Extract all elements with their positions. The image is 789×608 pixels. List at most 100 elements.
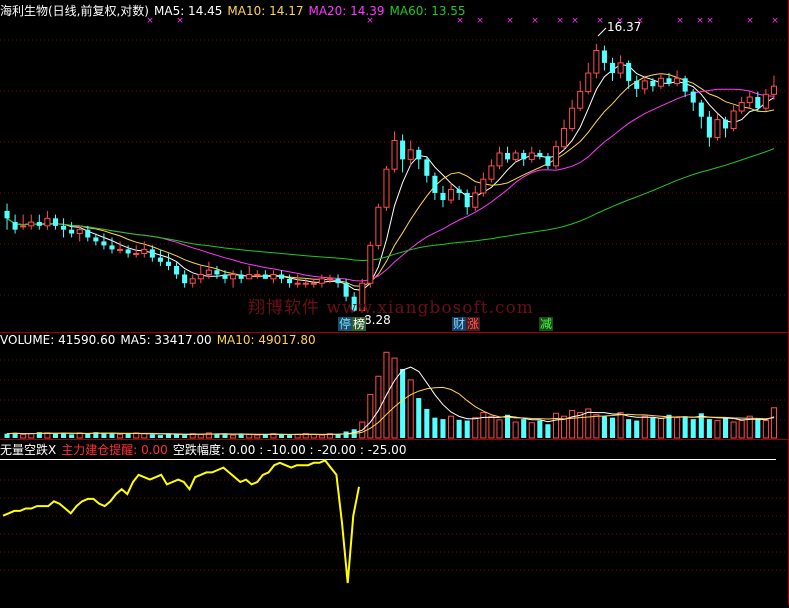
candle-body	[626, 62, 632, 81]
volume-bar	[182, 435, 188, 438]
event-tag-finance[interactable]: 财	[452, 317, 467, 331]
volume-bar	[246, 433, 253, 439]
candle-body	[593, 49, 600, 74]
signal-cross-marker: ×	[531, 16, 539, 26]
candle-body	[440, 192, 446, 201]
volume-bar	[722, 417, 729, 438]
ma5-label: MA5: 14.45	[154, 4, 223, 18]
watermark: 翔博软件 www.xiangbosoft.com	[248, 298, 534, 318]
volume-bar	[367, 393, 374, 439]
volume-bar	[634, 420, 640, 438]
candle-body	[222, 274, 228, 279]
signal-markers: × × × × × × × × × × × × × × × × ×	[146, 16, 779, 37]
signal-cross-marker: ×	[571, 16, 579, 26]
event-tag-reduce[interactable]: 减	[539, 317, 554, 331]
candle-body	[521, 153, 527, 160]
candle-body	[383, 168, 390, 208]
candle-body	[117, 248, 124, 251]
candle-body	[762, 93, 769, 109]
ma20-line	[6, 88, 775, 282]
event-tag-rise[interactable]: 涨	[466, 317, 481, 331]
candle-body	[165, 261, 172, 266]
volume-bar	[117, 433, 124, 439]
volume-bar	[770, 407, 777, 439]
candle-body	[456, 189, 462, 193]
signal-cross-marker: ×	[476, 16, 484, 26]
stock-title: 海利生物(日线,前复权,对数)	[0, 4, 149, 18]
volume-bar	[641, 415, 648, 439]
candle-body	[157, 257, 163, 262]
volume-bars	[4, 351, 777, 439]
signal-cross-marker: ×	[596, 16, 604, 26]
volume-bar	[343, 431, 349, 438]
ma60-line	[6, 148, 775, 262]
volume-bar	[496, 419, 503, 439]
volume-bar	[448, 415, 455, 439]
candle-body	[714, 119, 721, 138]
signal-cross-marker: ×	[556, 16, 564, 26]
volume-bar	[28, 433, 35, 439]
indicator-legend: 无量空跌X 主力建仓提醒: 0.00 空跌幅度: 0.00 : -10.00 : -…	[0, 443, 411, 457]
oscillator-line	[2, 459, 360, 584]
volume-bar	[464, 420, 470, 438]
candle-body	[44, 217, 51, 227]
candle-body	[238, 274, 244, 279]
candle-body	[706, 116, 712, 138]
volume-bar	[174, 434, 180, 438]
candle-body	[262, 274, 268, 279]
volume-ma10-label: MA10: 49017.80	[216, 333, 316, 347]
volume-bar	[552, 412, 560, 439]
candle-body	[133, 252, 140, 255]
candle-body	[85, 229, 91, 238]
volume-bar	[488, 415, 495, 439]
volume-legend: VOLUME: 41590.60 MA5: 33417.00 MA10: 49017…	[0, 333, 321, 347]
candle-body	[577, 91, 584, 109]
candle-body	[738, 102, 745, 112]
candle-body	[528, 152, 535, 160]
volume-bar	[755, 419, 761, 438]
volume-bar	[287, 435, 293, 438]
volume-bar	[254, 434, 261, 439]
candle-body	[448, 188, 455, 201]
candle-body	[407, 149, 414, 160]
candle-body	[416, 149, 422, 160]
candle-body	[585, 72, 592, 93]
candle-body	[472, 192, 479, 208]
candle-body	[722, 119, 729, 129]
volume-ma5-label: MA5: 33417.00	[120, 333, 212, 347]
volume-bar	[52, 433, 59, 438]
volume-bar	[738, 420, 745, 439]
volume-bar	[537, 420, 543, 438]
event-tag-halt[interactable]: 停	[338, 317, 353, 331]
candle-body	[205, 269, 212, 275]
candle-body	[432, 175, 438, 193]
volume-bar	[730, 421, 737, 439]
candle-body	[601, 50, 607, 63]
candle-body	[246, 273, 253, 280]
candle-body	[657, 77, 664, 87]
candle-body	[634, 80, 640, 89]
volume-bar	[109, 433, 115, 438]
candle-body	[561, 127, 568, 148]
volume-bar	[149, 434, 155, 438]
candle-body	[302, 282, 309, 285]
candle-body	[141, 248, 148, 254]
volume-bar	[601, 416, 607, 438]
volume-bar	[762, 420, 769, 439]
signal-cross-marker: ×	[706, 16, 714, 26]
candle-body	[569, 107, 576, 129]
volume-bar	[400, 368, 406, 438]
candle-body	[12, 222, 18, 230]
volume-bar	[650, 417, 656, 438]
event-tag-ranking[interactable]: 榜	[352, 317, 367, 331]
indicator-series-line	[2, 459, 360, 584]
volume-bar	[20, 433, 27, 439]
volume-bar	[706, 419, 712, 438]
candle-body	[76, 229, 83, 235]
candle-body	[375, 206, 382, 246]
candle-body	[174, 265, 180, 275]
candle-body	[367, 244, 374, 284]
candle-body	[730, 110, 737, 129]
volume-bar	[85, 433, 91, 438]
volume-bar	[521, 419, 527, 438]
